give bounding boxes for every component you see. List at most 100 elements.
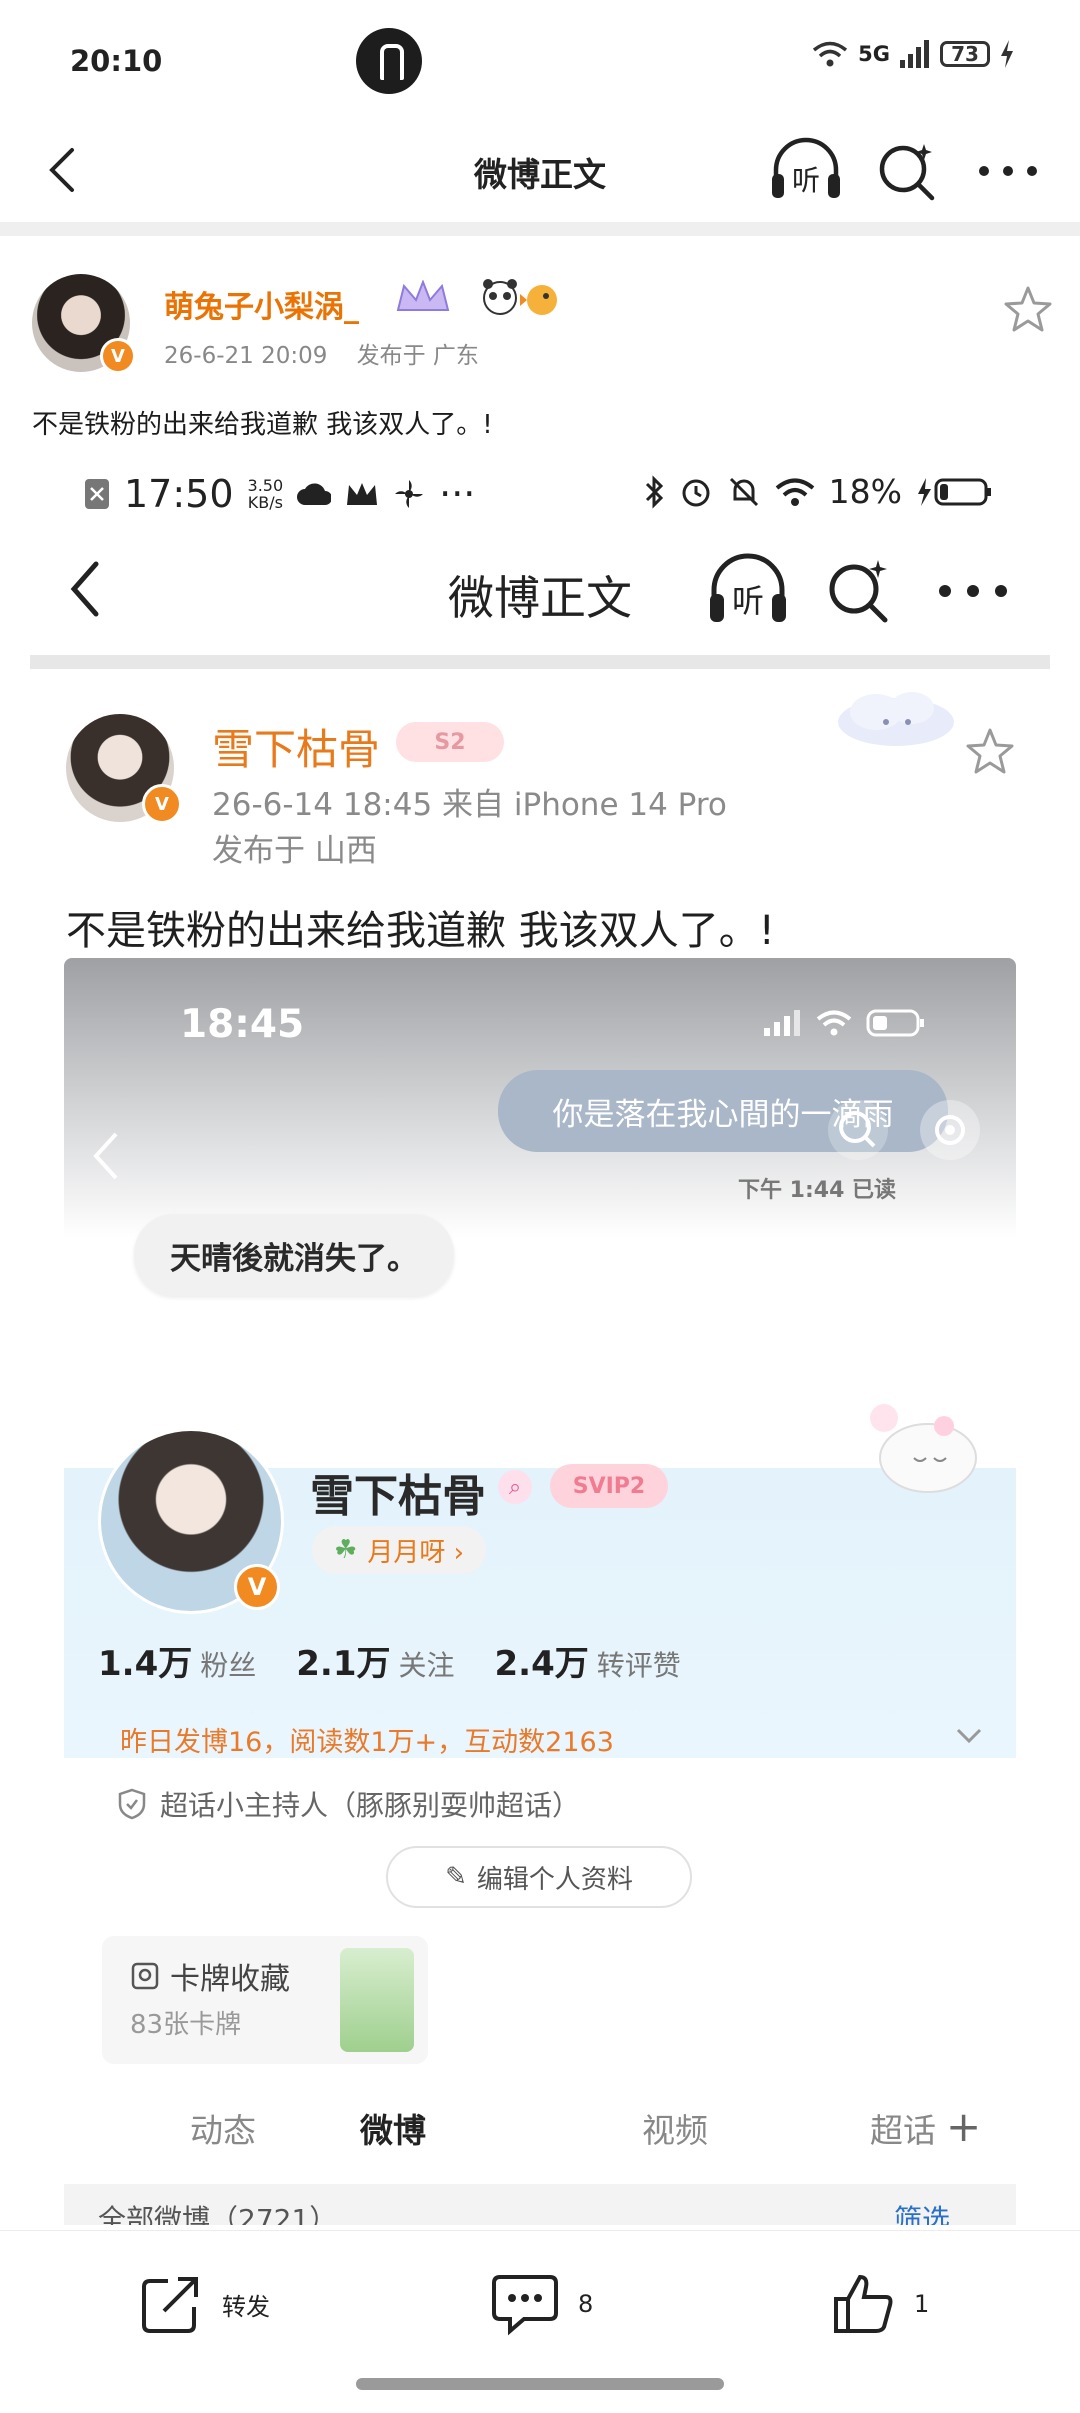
svg-text:听: 听 [732, 582, 764, 620]
comment-icon [492, 2275, 558, 2336]
post-location: 发布于 广东 [356, 343, 479, 369]
cloud-icon [297, 483, 332, 505]
stat-interactions: 2.4万 转评赞 [494, 1644, 681, 1684]
profile-tag: ☘ 月月呀 › [312, 1526, 486, 1574]
bluetooth-icon [645, 474, 663, 509]
shield-icon [118, 1788, 146, 1820]
search-icon[interactable] [876, 140, 938, 202]
embedded-screenshot-image[interactable]: 17:50 3.50 KB/s ··· 18% 微博正文 听 V 雪下枯骨 S2 … [0, 460, 1080, 2225]
favorite-star-icon[interactable] [1000, 282, 1056, 338]
fan-icon [395, 480, 424, 508]
repost-button[interactable]: 转发 [138, 2271, 270, 2337]
embedded-page-title: 微博正文 [448, 571, 632, 625]
cloud-sticker-icon [870, 1404, 977, 1493]
tab-supertopic: 超话 [870, 2111, 936, 2150]
card-collection-title: 卡牌收藏 [130, 1954, 290, 1998]
embedded-time: 17:50 [124, 472, 234, 516]
poster-username[interactable]: 萌兔子小梨涡_ [164, 282, 359, 326]
post-meta: 26-6-21 20:09 发布于 广东 [164, 336, 479, 370]
clover-icon: ☘ [334, 1535, 358, 1565]
embedded-status-left: 17:50 3.50 KB/s ··· [84, 472, 475, 516]
embedded-favorite-star-icon [966, 728, 1014, 774]
chat-back-icon [93, 1132, 118, 1180]
thumbs-up-icon [834, 2274, 893, 2333]
chat-status-icons [764, 1008, 926, 1038]
status-icons: 5G 73 [812, 40, 1014, 68]
status-time: 20:10 [70, 44, 163, 78]
embedded-divider [30, 655, 1050, 669]
listen-headphones-icon[interactable]: 听 [768, 134, 844, 204]
like-count: 1 [914, 2290, 930, 2318]
pencil-icon: ✎ [445, 1862, 467, 1892]
crown-badge-icon [396, 280, 450, 311]
chat-read-receipt: 下午 1:44 已读 [738, 1178, 897, 1203]
stat-following: 2.1万 关注 [296, 1644, 455, 1684]
embedded-status-right: 18% [643, 472, 992, 511]
embedded-post-text: 不是铁粉的出来给我道歉 我该双人了。! [66, 908, 775, 954]
battery-charging-icon [918, 477, 991, 506]
wifi-icon [813, 41, 848, 67]
chat-status-time: 18:45 [180, 1002, 305, 1047]
mute-bell-icon [729, 477, 758, 506]
alarm-icon [682, 479, 710, 506]
edit-profile-button: ✎ 编辑个人资料 [386, 1846, 692, 1908]
like-button[interactable]: 1 [830, 2271, 929, 2337]
nested-screenshot: 18:45 你是落在我心間的一滴雨 下午 1:44 已读 天晴後就消失了。 V … [64, 958, 1016, 2225]
feed-all-label: 全部微博（2721） [98, 2203, 338, 2225]
card-thumbnail [340, 1948, 414, 2052]
verified-badge: V [100, 338, 136, 374]
battery-level: 73 [951, 42, 979, 66]
signal-icon [900, 40, 929, 68]
feed-filter-bar: 全部微博（2721） 筛选 [64, 2184, 1016, 2225]
more-icon[interactable] [976, 146, 1040, 196]
embedded-level-badge: S2 [396, 722, 504, 762]
embedded-listen-icon: 听 [710, 553, 786, 622]
profile-search-badge-icon: ⌕ [498, 1470, 532, 1504]
chat-settings-gear-icon [920, 1100, 980, 1160]
embedded-more-icon [939, 585, 1007, 597]
profile-svip-badge: SVIP2 [550, 1464, 668, 1508]
feed-filter-link: 筛选 [894, 2203, 951, 2225]
home-indicator[interactable] [356, 2378, 724, 2390]
stat-fans: 1.4万 粉丝 [98, 1644, 257, 1684]
crown-icon [347, 483, 378, 505]
profile-role: 超话小主持人（豚豚别耍帅超话） [118, 1784, 580, 1824]
listen-label: 听 [792, 164, 820, 197]
cloud-sticker-icon [838, 692, 954, 746]
post-text: 不是铁粉的出来给我道歉 我该双人了。! [32, 410, 493, 440]
status-bar: 20:10 5G 73 [0, 0, 1080, 120]
top-nav-bar: 微博正文 听 [0, 120, 1080, 220]
share-icon [142, 2277, 198, 2333]
network-type: 5G [858, 42, 890, 66]
comment-count: 8 [578, 2290, 594, 2318]
embedded-search-icon [829, 560, 888, 623]
more-dots-icon: ··· [439, 472, 476, 516]
app-notification-icon[interactable] [356, 28, 422, 94]
header-divider [0, 222, 1080, 236]
embedded-username: 雪下枯骨 [212, 725, 381, 774]
tab-dynamics: 动态 [190, 2111, 256, 2150]
signal-icon [764, 1010, 800, 1036]
network-speed: 3.50 KB/s [247, 476, 284, 512]
charging-icon [1001, 40, 1013, 68]
chat-bubble-left: 天晴後就消失了。 [134, 1214, 454, 1296]
repost-label: 转发 [222, 2292, 270, 2321]
profile-name: 雪下枯骨 [310, 1471, 486, 1522]
comment-button[interactable]: 8 [490, 2271, 593, 2337]
card-collection-count: 83张卡牌 [130, 2010, 242, 2040]
card-icon [131, 1962, 159, 1990]
embedded-post-meta: 26-6-14 18:45 来自 iPhone 14 Pro 发布于 山西 [212, 782, 727, 874]
chat-search-icon [828, 1100, 888, 1160]
wifi-icon [816, 1010, 852, 1036]
profile-activity: 昨日发博16，阅读数1万+，互动数2163 [120, 1727, 614, 1758]
profile-verified-badge: V [234, 1564, 280, 1610]
profile-tabs: 动态 微博 视频 超话 + [64, 2102, 1016, 2184]
chevron-down-icon [956, 1728, 982, 1744]
embedded-verified-badge: V [142, 784, 182, 824]
battery-icon [866, 1009, 924, 1037]
post-date: 26-6-21 20:09 [164, 343, 328, 369]
embedded-battery-percent: 18% [828, 472, 902, 511]
embedded-location: 发布于 山西 [212, 833, 377, 869]
tab-video: 视频 [642, 2111, 708, 2150]
panda-pufferfish-badge-icon [483, 279, 557, 315]
